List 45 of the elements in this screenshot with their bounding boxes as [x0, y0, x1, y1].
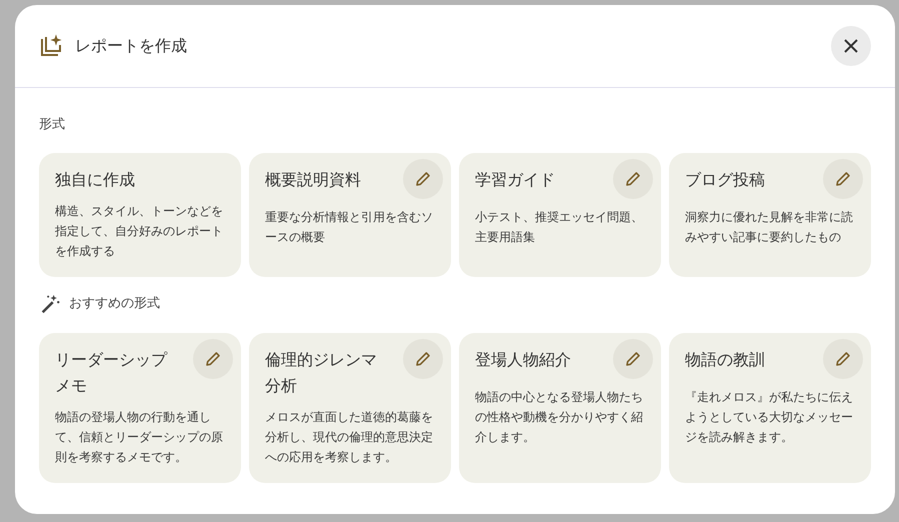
card-title: 独自に作成 — [55, 168, 136, 190]
report-sparkle-icon — [39, 34, 63, 58]
edit-button[interactable] — [613, 338, 653, 378]
pencil-icon — [625, 350, 641, 366]
pencil-icon — [835, 350, 851, 366]
edit-button[interactable] — [613, 158, 653, 198]
card-description: メロスが直面した道徳的葛藤を分析し、現代の倫理的意思決定への応用を考察します。 — [265, 408, 434, 466]
format-card[interactable]: 学習ガイド 小テスト、推奨エッセイ問題、主要用語集 — [459, 152, 661, 276]
card-description: 重要な分析情報と引用を含むソースの概要 — [265, 208, 434, 246]
pencil-icon — [625, 170, 641, 186]
card-title: リーダーシップメモ — [55, 348, 168, 396]
close-icon — [843, 38, 859, 54]
card-description: 物語の登場人物の行動を通して、信頼とリーダーシップの原則を考察するメモです。 — [55, 408, 224, 466]
magic-wand-icon — [39, 292, 61, 314]
edit-button[interactable] — [823, 158, 863, 198]
pencil-icon — [415, 350, 431, 366]
format-card[interactable]: 倫理的ジレンマ分析 メロスが直面した道徳的葛藤を分析し、現代の倫理的意思決定への応用を考察します。 — [249, 332, 451, 482]
format-card[interactable]: 物語の教訓 『走れメロス』が私たちに伝えようとしている大切なメッセージを読み解きます。 — [669, 332, 871, 482]
card-title: 登場人物紹介 — [475, 348, 572, 370]
edit-button[interactable] — [193, 338, 233, 378]
edit-button[interactable] — [403, 158, 443, 198]
format-card[interactable]: 登場人物紹介 物語の中心となる登場人物たちの性格や動機を分かりやすく紹介します。 — [459, 332, 661, 482]
section-heading: おすすめの形式 — [69, 294, 160, 313]
pencil-icon — [205, 350, 221, 366]
format-card[interactable]: 概要説明資料 重要な分析情報と引用を含むソースの概要 — [249, 152, 451, 276]
pencil-icon — [835, 170, 851, 186]
format-card[interactable]: リーダーシップメモ 物語の登場人物の行動を通して、信頼とリーダーシップの原則を考察するメモです。 — [39, 332, 241, 482]
card-description: 洞察力に優れた見解を非常に読みやすい記事に要約したもの — [685, 208, 854, 246]
card-title: 学習ガイド — [475, 168, 556, 190]
card-title: 概要説明資料 — [265, 168, 362, 190]
card-title: 物語の教訓 — [685, 348, 766, 370]
card-description: 構造、スタイル、トーンなどを指定して、自分好みのレポートを作成する — [55, 202, 224, 260]
card-description: 物語の中心となる登場人物たちの性格や動機を分かりやすく紹介します。 — [475, 388, 644, 446]
card-title: 倫理的ジレンマ分析 — [265, 348, 378, 396]
close-button[interactable] — [831, 26, 871, 66]
edit-button[interactable] — [403, 338, 443, 378]
edit-button[interactable] — [823, 338, 863, 378]
card-description: 小テスト、推奨エッセイ問題、主要用語集 — [475, 208, 644, 246]
section-heading: 形式 — [39, 116, 66, 134]
pencil-icon — [415, 170, 431, 186]
format-card[interactable]: 独自に作成 構造、スタイル、トーンなどを指定して、自分好みのレポートを作成する — [39, 152, 241, 276]
card-title: ブログ投稿 — [685, 168, 766, 190]
card-description: 『走れメロス』が私たちに伝えようとしている大切なメッセージを読み解きます。 — [685, 388, 854, 446]
dialog-title: レポートを作成 — [75, 35, 187, 57]
format-card[interactable]: ブログ投稿 洞察力に優れた見解を非常に読みやすい記事に要約したもの — [669, 152, 871, 276]
